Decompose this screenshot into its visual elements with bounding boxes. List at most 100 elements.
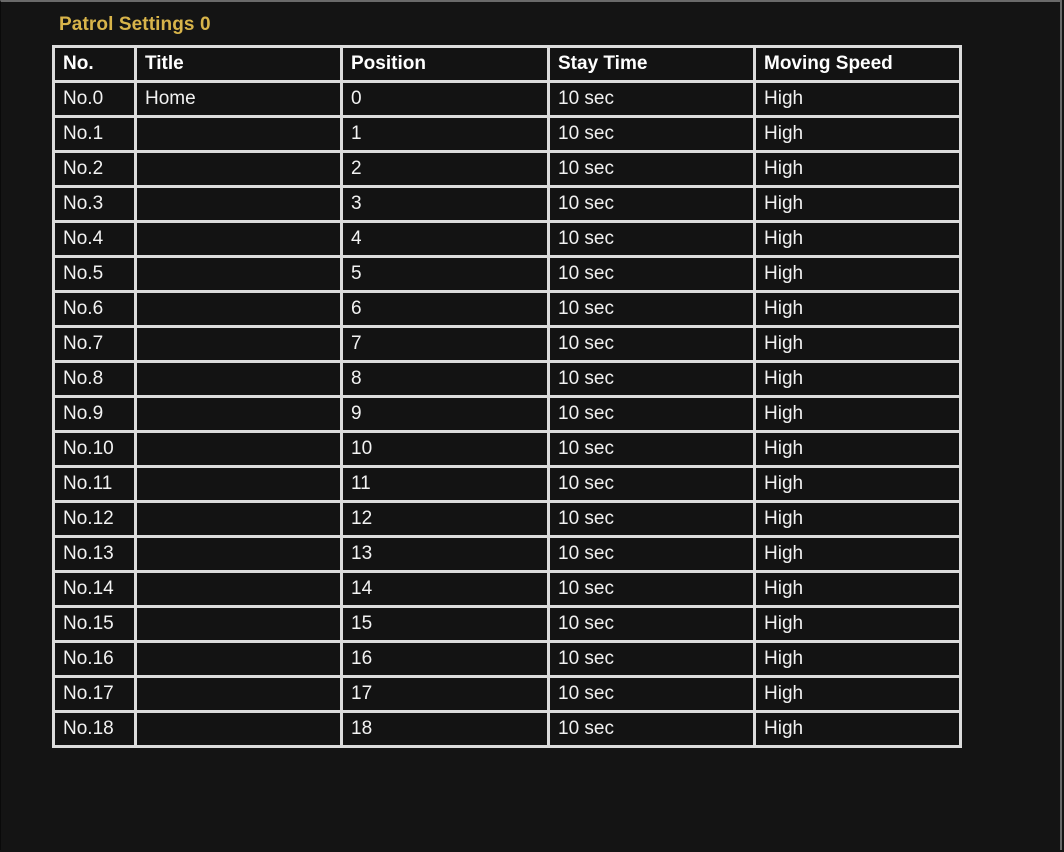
cell-title	[134, 185, 343, 223]
cell-position: 2	[340, 150, 550, 188]
table-row[interactable]: No.5 5 10 sec High	[52, 255, 962, 293]
cell-title	[134, 360, 343, 398]
cell-no: No.6	[52, 290, 137, 328]
column-header-position: Position	[340, 45, 550, 83]
cell-moving-speed: High	[753, 255, 962, 293]
cell-no: No.14	[52, 570, 137, 608]
cell-position: 1	[340, 115, 550, 153]
cell-no: No.16	[52, 640, 137, 678]
cell-no: No.18	[52, 710, 137, 748]
table-row[interactable]: No.3 3 10 sec High	[52, 185, 962, 223]
cell-position: 16	[340, 640, 550, 678]
cell-no: No.5	[52, 255, 137, 293]
cell-title	[134, 500, 343, 538]
cell-no: No.1	[52, 115, 137, 153]
column-header-moving-speed: Moving Speed	[753, 45, 962, 83]
table-row[interactable]: No.7 7 10 sec High	[52, 325, 962, 363]
cell-title	[134, 675, 343, 713]
cell-position: 5	[340, 255, 550, 293]
patrol-settings-panel: Patrol Settings 0 No. Title Position Sta…	[0, 0, 1062, 850]
cell-position: 10	[340, 430, 550, 468]
cell-moving-speed: High	[753, 675, 962, 713]
cell-position: 11	[340, 465, 550, 503]
table-row[interactable]: No.11 11 10 sec High	[52, 465, 962, 503]
cell-stay-time: 10 sec	[547, 710, 756, 748]
cell-title	[134, 395, 343, 433]
cell-position: 7	[340, 325, 550, 363]
table-row[interactable]: No.16 16 10 sec High	[52, 640, 962, 678]
cell-stay-time: 10 sec	[547, 500, 756, 538]
cell-title	[134, 570, 343, 608]
cell-stay-time: 10 sec	[547, 360, 756, 398]
patrol-table-body: No.0 Home 0 10 sec High No.1 1 10 sec High No.2 2 1…	[52, 80, 962, 748]
cell-moving-speed: High	[753, 430, 962, 468]
column-header-title: Title	[134, 45, 343, 83]
table-row[interactable]: No.8 8 10 sec High	[52, 360, 962, 398]
cell-moving-speed: High	[753, 500, 962, 538]
cell-no: No.8	[52, 360, 137, 398]
cell-position: 14	[340, 570, 550, 608]
cell-moving-speed: High	[753, 80, 962, 118]
column-header-stay-time: Stay Time	[547, 45, 756, 83]
cell-title	[134, 605, 343, 643]
cell-no: No.7	[52, 325, 137, 363]
cell-position: 17	[340, 675, 550, 713]
table-row[interactable]: No.2 2 10 sec High	[52, 150, 962, 188]
table-row[interactable]: No.10 10 10 sec High	[52, 430, 962, 468]
cell-stay-time: 10 sec	[547, 150, 756, 188]
table-row[interactable]: No.17 17 10 sec High	[52, 675, 962, 713]
cell-title: Home	[134, 80, 343, 118]
cell-position: 9	[340, 395, 550, 433]
cell-moving-speed: High	[753, 360, 962, 398]
cell-stay-time: 10 sec	[547, 570, 756, 608]
cell-position: 13	[340, 535, 550, 573]
cell-stay-time: 10 sec	[547, 430, 756, 468]
cell-no: No.17	[52, 675, 137, 713]
cell-stay-time: 10 sec	[547, 255, 756, 293]
cell-title	[134, 640, 343, 678]
cell-moving-speed: High	[753, 465, 962, 503]
cell-no: No.9	[52, 395, 137, 433]
table-row[interactable]: No.14 14 10 sec High	[52, 570, 962, 608]
cell-no: No.10	[52, 430, 137, 468]
table-row[interactable]: No.15 15 10 sec High	[52, 605, 962, 643]
table-row[interactable]: No.13 13 10 sec High	[52, 535, 962, 573]
cell-title	[134, 535, 343, 573]
cell-moving-speed: High	[753, 220, 962, 258]
cell-moving-speed: High	[753, 640, 962, 678]
cell-stay-time: 10 sec	[547, 465, 756, 503]
cell-title	[134, 115, 343, 153]
cell-position: 15	[340, 605, 550, 643]
cell-stay-time: 10 sec	[547, 290, 756, 328]
cell-stay-time: 10 sec	[547, 605, 756, 643]
cell-moving-speed: High	[753, 325, 962, 363]
cell-title	[134, 465, 343, 503]
cell-no: No.11	[52, 465, 137, 503]
cell-no: No.13	[52, 535, 137, 573]
cell-no: No.3	[52, 185, 137, 223]
cell-position: 4	[340, 220, 550, 258]
cell-no: No.2	[52, 150, 137, 188]
cell-no: No.4	[52, 220, 137, 258]
cell-no: No.0	[52, 80, 137, 118]
table-row[interactable]: No.4 4 10 sec High	[52, 220, 962, 258]
column-header-no: No.	[52, 45, 137, 83]
cell-stay-time: 10 sec	[547, 220, 756, 258]
table-row[interactable]: No.0 Home 0 10 sec High	[52, 80, 962, 118]
cell-position: 0	[340, 80, 550, 118]
table-row[interactable]: No.6 6 10 sec High	[52, 290, 962, 328]
table-row[interactable]: No.18 18 10 sec High	[52, 710, 962, 748]
cell-moving-speed: High	[753, 395, 962, 433]
cell-moving-speed: High	[753, 570, 962, 608]
table-row[interactable]: No.1 1 10 sec High	[52, 115, 962, 153]
table-row[interactable]: No.12 12 10 sec High	[52, 500, 962, 538]
table-header-row: No. Title Position Stay Time Moving Spee…	[52, 45, 962, 83]
cell-moving-speed: High	[753, 185, 962, 223]
cell-stay-time: 10 sec	[547, 115, 756, 153]
cell-moving-speed: High	[753, 150, 962, 188]
cell-title	[134, 430, 343, 468]
cell-title	[134, 290, 343, 328]
cell-title	[134, 325, 343, 363]
table-row[interactable]: No.9 9 10 sec High	[52, 395, 962, 433]
cell-moving-speed: High	[753, 710, 962, 748]
